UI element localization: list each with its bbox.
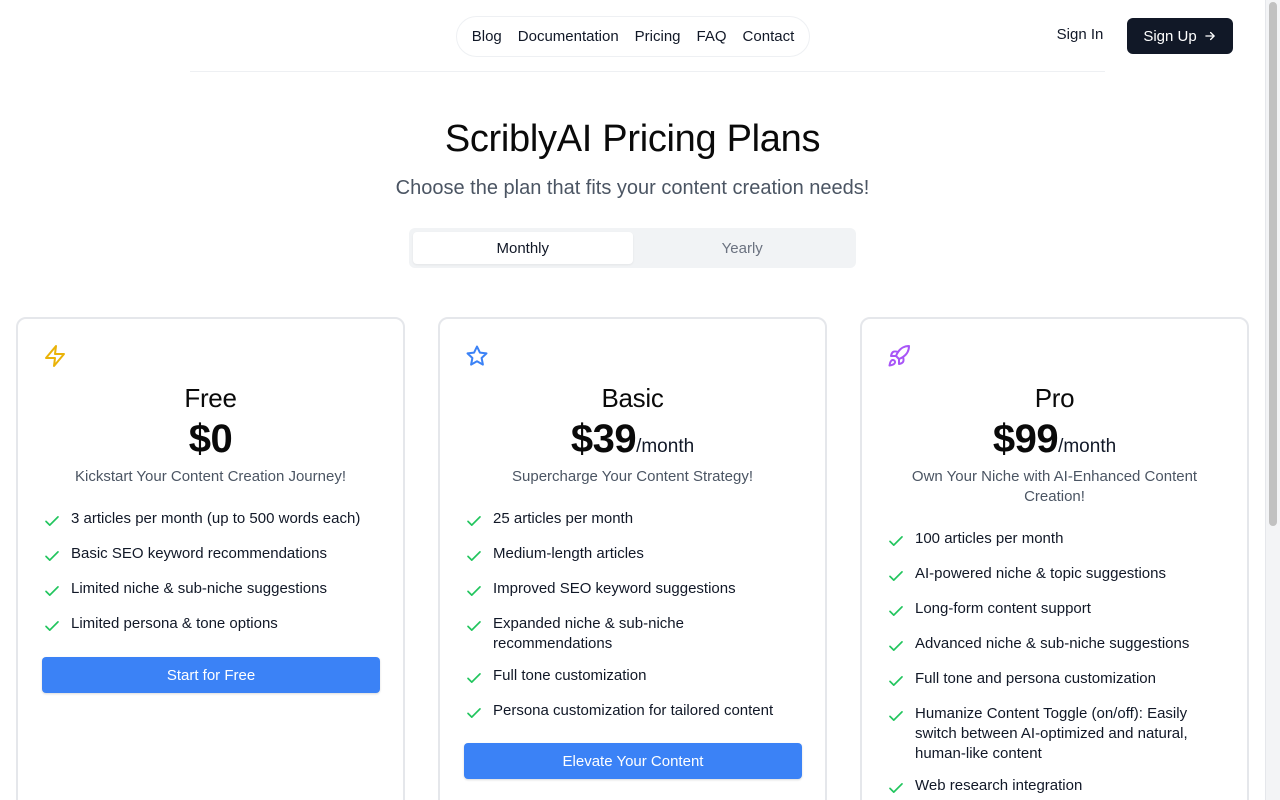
plan-name: Pro [1034,383,1075,413]
site-header: Blog Documentation Pricing FAQ Contact S… [0,0,1265,72]
billing-monthly-tab[interactable]: Monthly [413,232,633,264]
plan-card-free: Free $0 Kickstart Your Content Creation … [16,317,405,800]
arrow-right-icon [1204,31,1215,41]
feature-item: AI-powered niche & topic suggestions [887,564,1227,585]
page-subtitle: Choose the plan that fits your content c… [395,177,870,199]
check-icon [889,641,903,651]
plan-price-row: $0 [18,417,403,462]
feature-item: Persona customization for tailored conte… [465,701,805,722]
feature-text: Advanced niche & sub-niche suggestions [915,635,1190,652]
feature-item: Full tone and persona customization [887,669,1227,690]
feature-item: Expanded niche & sub-niche recommendatio… [465,614,805,654]
plan-price: $99 [992,417,1059,461]
feature-item: Humanize Content Toggle (on/off): Easily… [887,704,1227,764]
plan-name: Free [184,383,237,413]
feature-item: Improved SEO keyword suggestions [465,579,805,600]
feature-item: 25 articles per month [465,509,805,530]
main-nav: Blog Documentation Pricing FAQ Contact [456,16,810,57]
rocket-icon [887,344,911,368]
check-icon [889,536,903,546]
page-scrollbar[interactable] [1265,0,1280,800]
feature-text: AI-powered niche & topic suggestions [915,565,1166,582]
feature-text: 3 articles per month (up to 500 words ea… [71,510,361,527]
check-icon [467,621,481,631]
nav-link-blog[interactable]: Blog [472,28,502,45]
check-icon [467,516,481,526]
feature-item: 100 articles per month [887,529,1227,550]
plan-period: /month [636,436,695,457]
nav-link-pricing[interactable]: Pricing [635,28,681,45]
plan-period: /month [1058,436,1117,457]
header-divider [190,71,1105,72]
check-icon [467,708,481,718]
feature-item: 3 articles per month (up to 500 words ea… [43,509,383,530]
lightning-icon [43,344,67,368]
check-icon [45,516,59,526]
feature-item: Limited niche & sub-niche suggestions [43,579,383,600]
check-icon [889,606,903,616]
feature-item: Advanced niche & sub-niche suggestions [887,634,1227,655]
plan-name: Basic [601,383,664,413]
scrollbar-thumb[interactable] [1269,2,1277,526]
billing-toggle: Monthly Yearly [409,228,856,268]
page-title: ScriblyAI Pricing Plans [444,118,821,160]
check-icon [889,783,903,793]
feature-item: Long-form content support [887,599,1227,620]
feature-text: Expanded niche & sub-niche recommendatio… [493,615,684,652]
start-free-button[interactable]: Start for Free [42,657,380,693]
check-icon [889,571,903,581]
feature-item: Web research integration [887,776,1227,797]
elevate-content-button[interactable]: Elevate Your Content [464,743,802,779]
check-icon [45,586,59,596]
plan-tagline: Kickstart Your Content Creation Journey! [75,468,346,485]
feature-text: Humanize Content Toggle (on/off): Easily… [915,705,1188,762]
sign-in-link[interactable]: Sign In [1040,26,1120,43]
plan-tagline: Own Your Niche with AI-Enhanced Content … [911,468,1198,505]
nav-link-contact[interactable]: Contact [743,28,795,45]
feature-text: 25 articles per month [493,510,634,527]
feature-text: Basic SEO keyword recommendations [71,545,327,562]
plan-tagline: Supercharge Your Content Strategy! [512,468,753,485]
feature-text: Long-form content support [915,600,1091,617]
sign-up-button[interactable]: Sign Up [1127,18,1233,54]
star-icon [465,344,489,368]
feature-item: Full tone customization [465,666,805,687]
nav-link-documentation[interactable]: Documentation [518,28,619,45]
feature-text: Web research integration [915,777,1083,794]
plan-price-row: $39/month [440,417,825,462]
plan-card-pro: Pro $99/month Own Your Niche with AI-Enh… [860,317,1249,800]
billing-yearly-tab[interactable]: Yearly [633,232,853,264]
plan-price: $39 [570,417,637,461]
feature-item: Basic SEO keyword recommendations [43,544,383,565]
feature-item: Limited persona & tone options [43,614,383,635]
check-icon [889,676,903,686]
check-icon [467,673,481,683]
feature-text: Limited persona & tone options [71,615,278,632]
feature-text: Improved SEO keyword suggestions [493,580,736,597]
feature-list: 100 articles per month AI-powered niche … [887,529,1227,800]
plan-price: $0 [188,417,233,461]
plan-card-basic: Basic $39/month Supercharge Your Content… [438,317,827,800]
check-icon [467,551,481,561]
feature-text: Full tone customization [493,667,647,684]
check-icon [45,551,59,561]
feature-text: 100 articles per month [915,530,1064,547]
feature-text: Medium-length articles [493,545,644,562]
check-icon [467,586,481,596]
plan-price-row: $99/month [862,417,1247,462]
feature-text: Full tone and persona customization [915,670,1156,687]
feature-item: Medium-length articles [465,544,805,565]
check-icon [889,711,903,721]
feature-text: Persona customization for tailored conte… [493,702,774,719]
sign-up-label: Sign Up [1143,27,1197,45]
check-icon [45,621,59,631]
feature-text: Limited niche & sub-niche suggestions [71,580,327,597]
feature-list: 3 articles per month (up to 500 words ea… [43,509,383,649]
nav-link-faq[interactable]: FAQ [697,28,727,45]
feature-list: 25 articles per month Medium-length arti… [465,509,805,736]
